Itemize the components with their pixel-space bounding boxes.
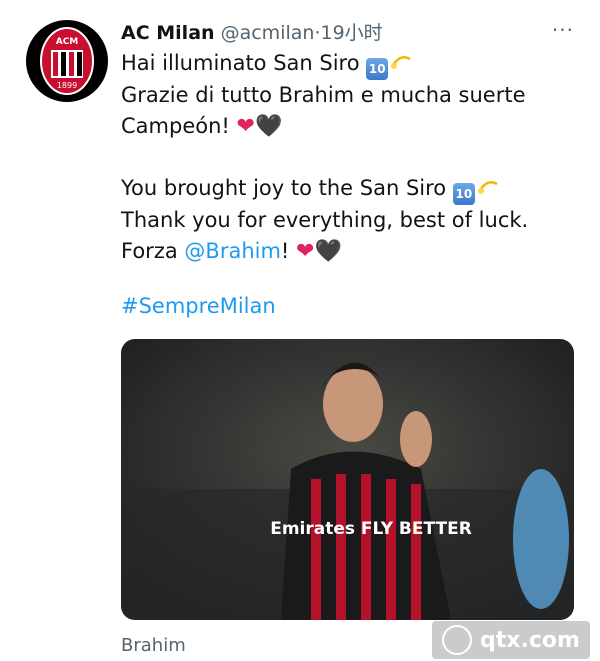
tweet-line-3: Campeón! ❤🖤 [121,114,283,139]
watermark-text: qtx.com [480,627,580,653]
player-photo: Emirates FLY BETTER [121,339,574,620]
tweet-line-6: Forza @Brahim! ❤🖤 [121,239,342,264]
site-watermark: qtx.com [432,621,590,659]
tweet-text: Hai illuminato San Siro 10 Grazie di tut… [121,48,581,267]
tweet-time[interactable]: 19小时 [320,22,382,44]
red-heart-icon: ❤ [296,239,315,264]
hashtag-link[interactable]: #SempreMilan [121,294,276,318]
photo-caption: Brahim [121,635,186,656]
more-options-icon[interactable]: ··· [552,18,574,42]
dizzy-star-icon [477,181,498,194]
shirt-sponsor-text: Emirates FLY BETTER [270,519,472,539]
keycap-ten-icon: 10 [366,58,389,80]
ac-milan-logo: ACM 1899 [40,27,94,95]
tweet-line-2: Grazie di tutto Brahim e mucha suerte [121,83,526,107]
account-avatar[interactable]: ACM 1899 [26,20,108,102]
tweet-line-5: Thank you for everything, best of luck. [121,208,529,232]
svg-text:1899: 1899 [57,81,77,90]
black-heart-icon: 🖤 [254,114,283,139]
keycap-ten-icon: 10 [452,183,475,205]
watermark-logo-icon [442,625,473,655]
svg-text:ACM: ACM [56,37,79,47]
mention-link[interactable]: @Brahim [184,239,281,263]
dizzy-star-icon [391,56,411,69]
black-heart-icon: 🖤 [314,239,342,264]
account-handle[interactable]: @acmilan [221,22,315,44]
red-heart-icon: ❤ [236,114,255,139]
account-name[interactable]: AC Milan [121,22,215,44]
tweet-line-4: You brought joy to the San Siro 10 [121,173,581,205]
tweet-header: AC Milan @acmilan·19小时 [121,18,383,45]
tweet-photo[interactable]: Emirates FLY BETTER [121,339,574,620]
tweet-line-1: Hai illuminato San Siro 10 [121,48,581,80]
